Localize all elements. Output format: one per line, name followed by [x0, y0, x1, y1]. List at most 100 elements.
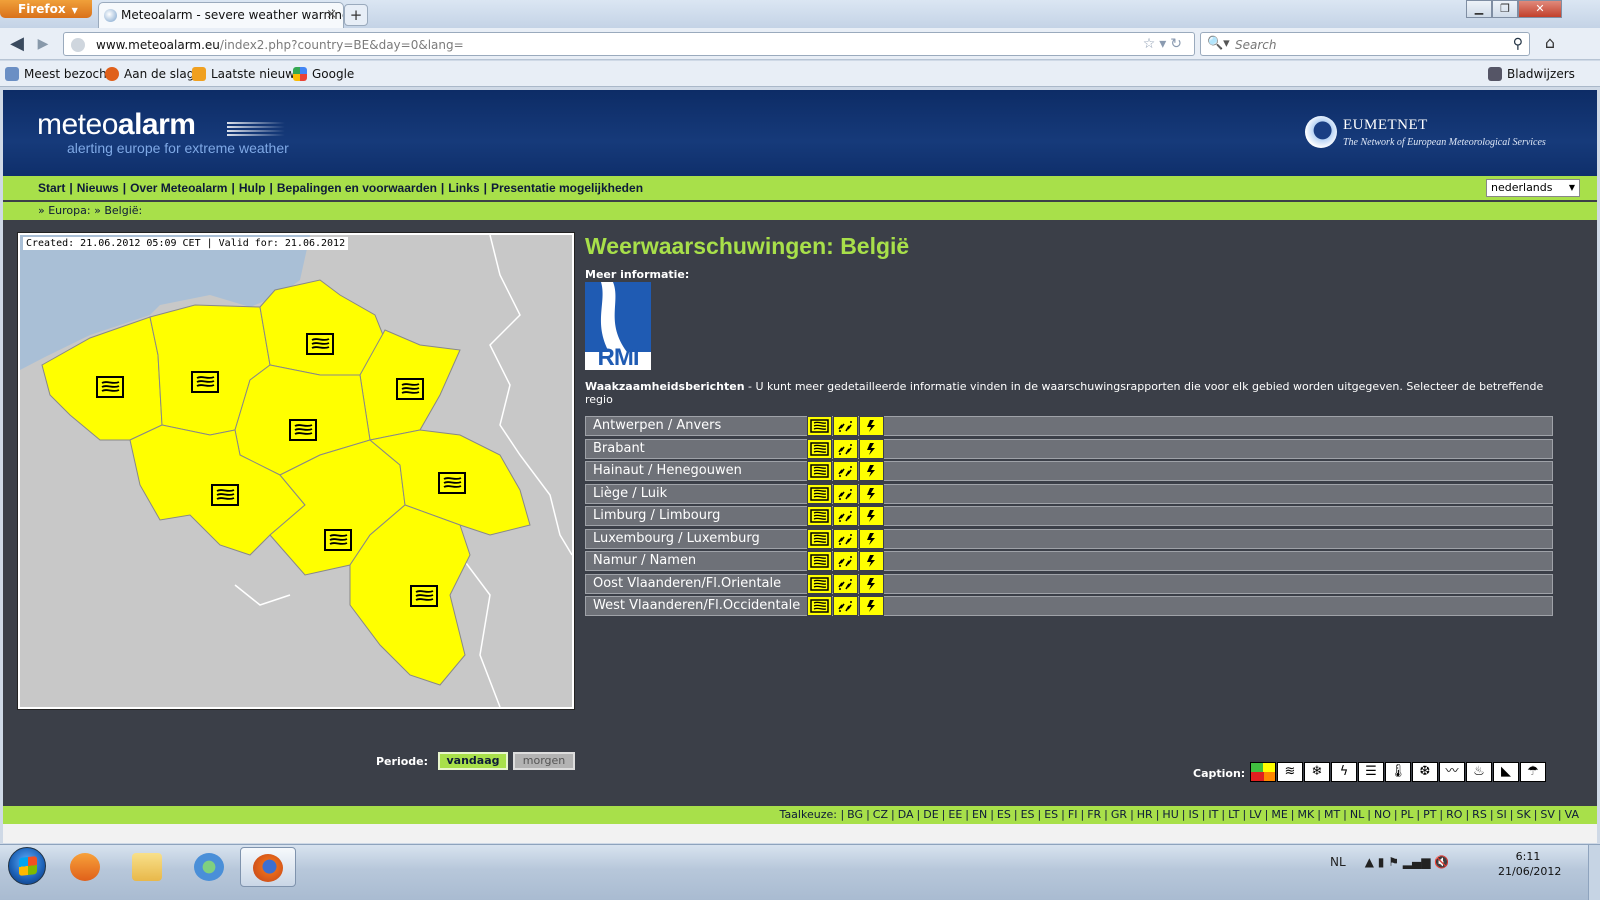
url-bar[interactable]: www.meteoalarm.eu/index2.php?country=BE&… — [63, 32, 1195, 56]
thunderstorm-icon[interactable] — [833, 596, 858, 616]
search-engine-icon[interactable]: 🔍▾ — [1207, 36, 1230, 51]
language-link[interactable]: SI — [1497, 808, 1507, 821]
lightning-icon[interactable] — [859, 416, 884, 436]
show-desktop-button[interactable] — [1588, 845, 1600, 900]
map-wind-icon[interactable] — [323, 528, 353, 552]
wind-icon[interactable] — [807, 528, 832, 549]
bookmark-item-most-visited[interactable]: Meest bezocht — [5, 67, 111, 81]
levels-icon[interactable] — [1250, 762, 1276, 782]
language-link[interactable]: NO — [1374, 808, 1391, 821]
menu-item-terms[interactable]: Bepalingen en voorwaarden — [277, 181, 437, 195]
wind-icon[interactable] — [807, 551, 832, 571]
start-button[interactable] — [8, 847, 46, 885]
map-wind-icon[interactable] — [210, 483, 240, 507]
menu-item-start[interactable]: Start — [38, 181, 65, 195]
lightning-icon[interactable] — [859, 596, 884, 616]
language-link[interactable]: HR — [1137, 808, 1153, 821]
lightning-icon[interactable] — [859, 438, 884, 459]
region-row[interactable]: Brabant — [585, 438, 1553, 459]
search-bar[interactable]: 🔍▾ Search ⚲ — [1200, 32, 1530, 56]
lightning-icon[interactable] — [859, 483, 884, 504]
thunderstorm-icon[interactable] — [833, 573, 858, 594]
today-button[interactable]: vandaag — [438, 752, 508, 770]
eumetnet-title[interactable]: EUMETNET — [1343, 117, 1428, 134]
wind-icon[interactable] — [807, 461, 832, 481]
bookmarks-menu[interactable]: Bladwijzers — [1488, 67, 1575, 81]
map-wind-icon[interactable] — [395, 377, 425, 401]
snow-ice-icon[interactable]: ❄ — [1304, 762, 1330, 782]
lightning-icon[interactable] — [859, 573, 884, 594]
language-link[interactable]: FR — [1087, 808, 1101, 821]
region-antwerpen[interactable] — [259, 279, 386, 376]
language-link[interactable]: LT — [1228, 808, 1239, 821]
language-link[interactable]: EE — [948, 808, 962, 821]
coastal-event-icon[interactable]: 〰 — [1439, 762, 1465, 782]
language-link[interactable]: SV — [1540, 808, 1555, 821]
new-tab-button[interactable]: + — [344, 4, 368, 26]
bookmark-item-latest-news[interactable]: Laatste nieuws — [192, 67, 301, 81]
taskbar-explorer[interactable] — [120, 847, 176, 887]
region-row[interactable]: Hainaut / Henegouwen — [585, 461, 1553, 481]
forward-arrow-icon[interactable]: ▶ — [32, 33, 54, 55]
wind-icon[interactable] — [807, 483, 832, 504]
close-window-button[interactable]: ✕ — [1518, 0, 1562, 18]
language-link[interactable]: EN — [972, 808, 987, 821]
bookmark-item-google[interactable]: Google — [293, 67, 354, 81]
language-link[interactable]: PT — [1423, 808, 1436, 821]
wind-icon[interactable] — [807, 596, 832, 616]
wind-icon[interactable] — [807, 416, 832, 436]
map-wind-icon[interactable] — [437, 471, 467, 495]
region-row[interactable]: Liège / Luik — [585, 483, 1553, 504]
language-link[interactable]: RO — [1446, 808, 1462, 821]
language-link[interactable]: IS — [1188, 808, 1198, 821]
language-link[interactable]: HU — [1162, 808, 1178, 821]
close-tab-icon[interactable]: × — [326, 7, 337, 22]
bookmark-star-icon[interactable]: ☆▾↻ — [1143, 36, 1186, 52]
region-row[interactable]: Oost Vlaanderen/Fl.Orientale — [585, 573, 1553, 594]
region-name[interactable]: Liège / Luik — [586, 484, 806, 503]
map-wind-icon[interactable] — [305, 332, 335, 356]
language-link[interactable]: LV — [1249, 808, 1261, 821]
lightning-icon[interactable] — [859, 551, 884, 571]
map-wind-icon[interactable] — [95, 375, 125, 399]
low-temperature-icon[interactable]: ❆ — [1412, 762, 1438, 782]
thunderstorm-icon[interactable] — [833, 506, 858, 526]
language-link[interactable]: MK — [1298, 808, 1315, 821]
site-identity-icon[interactable] — [71, 38, 85, 52]
thunderstorm-icon[interactable] — [833, 483, 858, 504]
clock[interactable]: 6:11 21/06/2012 — [1498, 849, 1561, 879]
belgium-map[interactable] — [20, 235, 572, 707]
language-link[interactable]: FI — [1068, 808, 1078, 821]
avalanche-icon[interactable]: ◣ — [1493, 762, 1519, 782]
wind-icon[interactable] — [807, 573, 832, 594]
thunderstorm-icon[interactable] — [833, 461, 858, 481]
region-row[interactable]: Luxembourg / Luxemburg — [585, 528, 1553, 549]
language-link[interactable]: DE — [923, 808, 938, 821]
language-link[interactable]: ME — [1271, 808, 1287, 821]
browser-tab[interactable]: Meteoalarm - severe weather warnings f..… — [98, 2, 344, 28]
menu-item-presentation[interactable]: Presentatie mogelijkheden — [491, 181, 643, 195]
language-link[interactable]: CZ — [873, 808, 888, 821]
region-name[interactable]: Hainaut / Henegouwen — [586, 462, 806, 480]
wind-icon[interactable]: ≋ — [1277, 762, 1303, 782]
back-arrow-icon[interactable]: ◀ — [6, 33, 28, 55]
language-link[interactable]: IT — [1208, 808, 1218, 821]
region-name[interactable]: West Vlaanderen/Fl.Occidentale — [586, 597, 806, 615]
language-link[interactable]: NL — [1350, 808, 1364, 821]
breadcrumb-belgium[interactable]: België: — [104, 204, 142, 217]
language-link[interactable]: SK — [1516, 808, 1530, 821]
menu-item-help[interactable]: Hulp — [239, 181, 266, 195]
language-link[interactable]: ES — [1044, 808, 1058, 821]
warning-map[interactable]: Created: 21.06.2012 05:09 CET | Valid fo… — [17, 232, 575, 710]
region-name[interactable]: Oost Vlaanderen/Fl.Orientale — [586, 574, 806, 593]
eumetnet-logo-icon[interactable] — [1305, 116, 1337, 148]
meteoalarm-logo[interactable]: meteoalarm — [37, 108, 196, 142]
region-name[interactable]: Antwerpen / Anvers — [586, 417, 806, 435]
maximize-button[interactable]: ❐ — [1492, 0, 1518, 18]
tray-icons[interactable]: ▲ ▮ ⚑ ▂▄▆ 🔇 — [1365, 855, 1449, 869]
language-link[interactable]: ES — [1021, 808, 1035, 821]
language-link[interactable]: MT — [1324, 808, 1340, 821]
region-name[interactable]: Namur / Namen — [586, 552, 806, 570]
language-link[interactable]: DA — [898, 808, 914, 821]
region-row[interactable]: Antwerpen / Anvers — [585, 416, 1553, 436]
